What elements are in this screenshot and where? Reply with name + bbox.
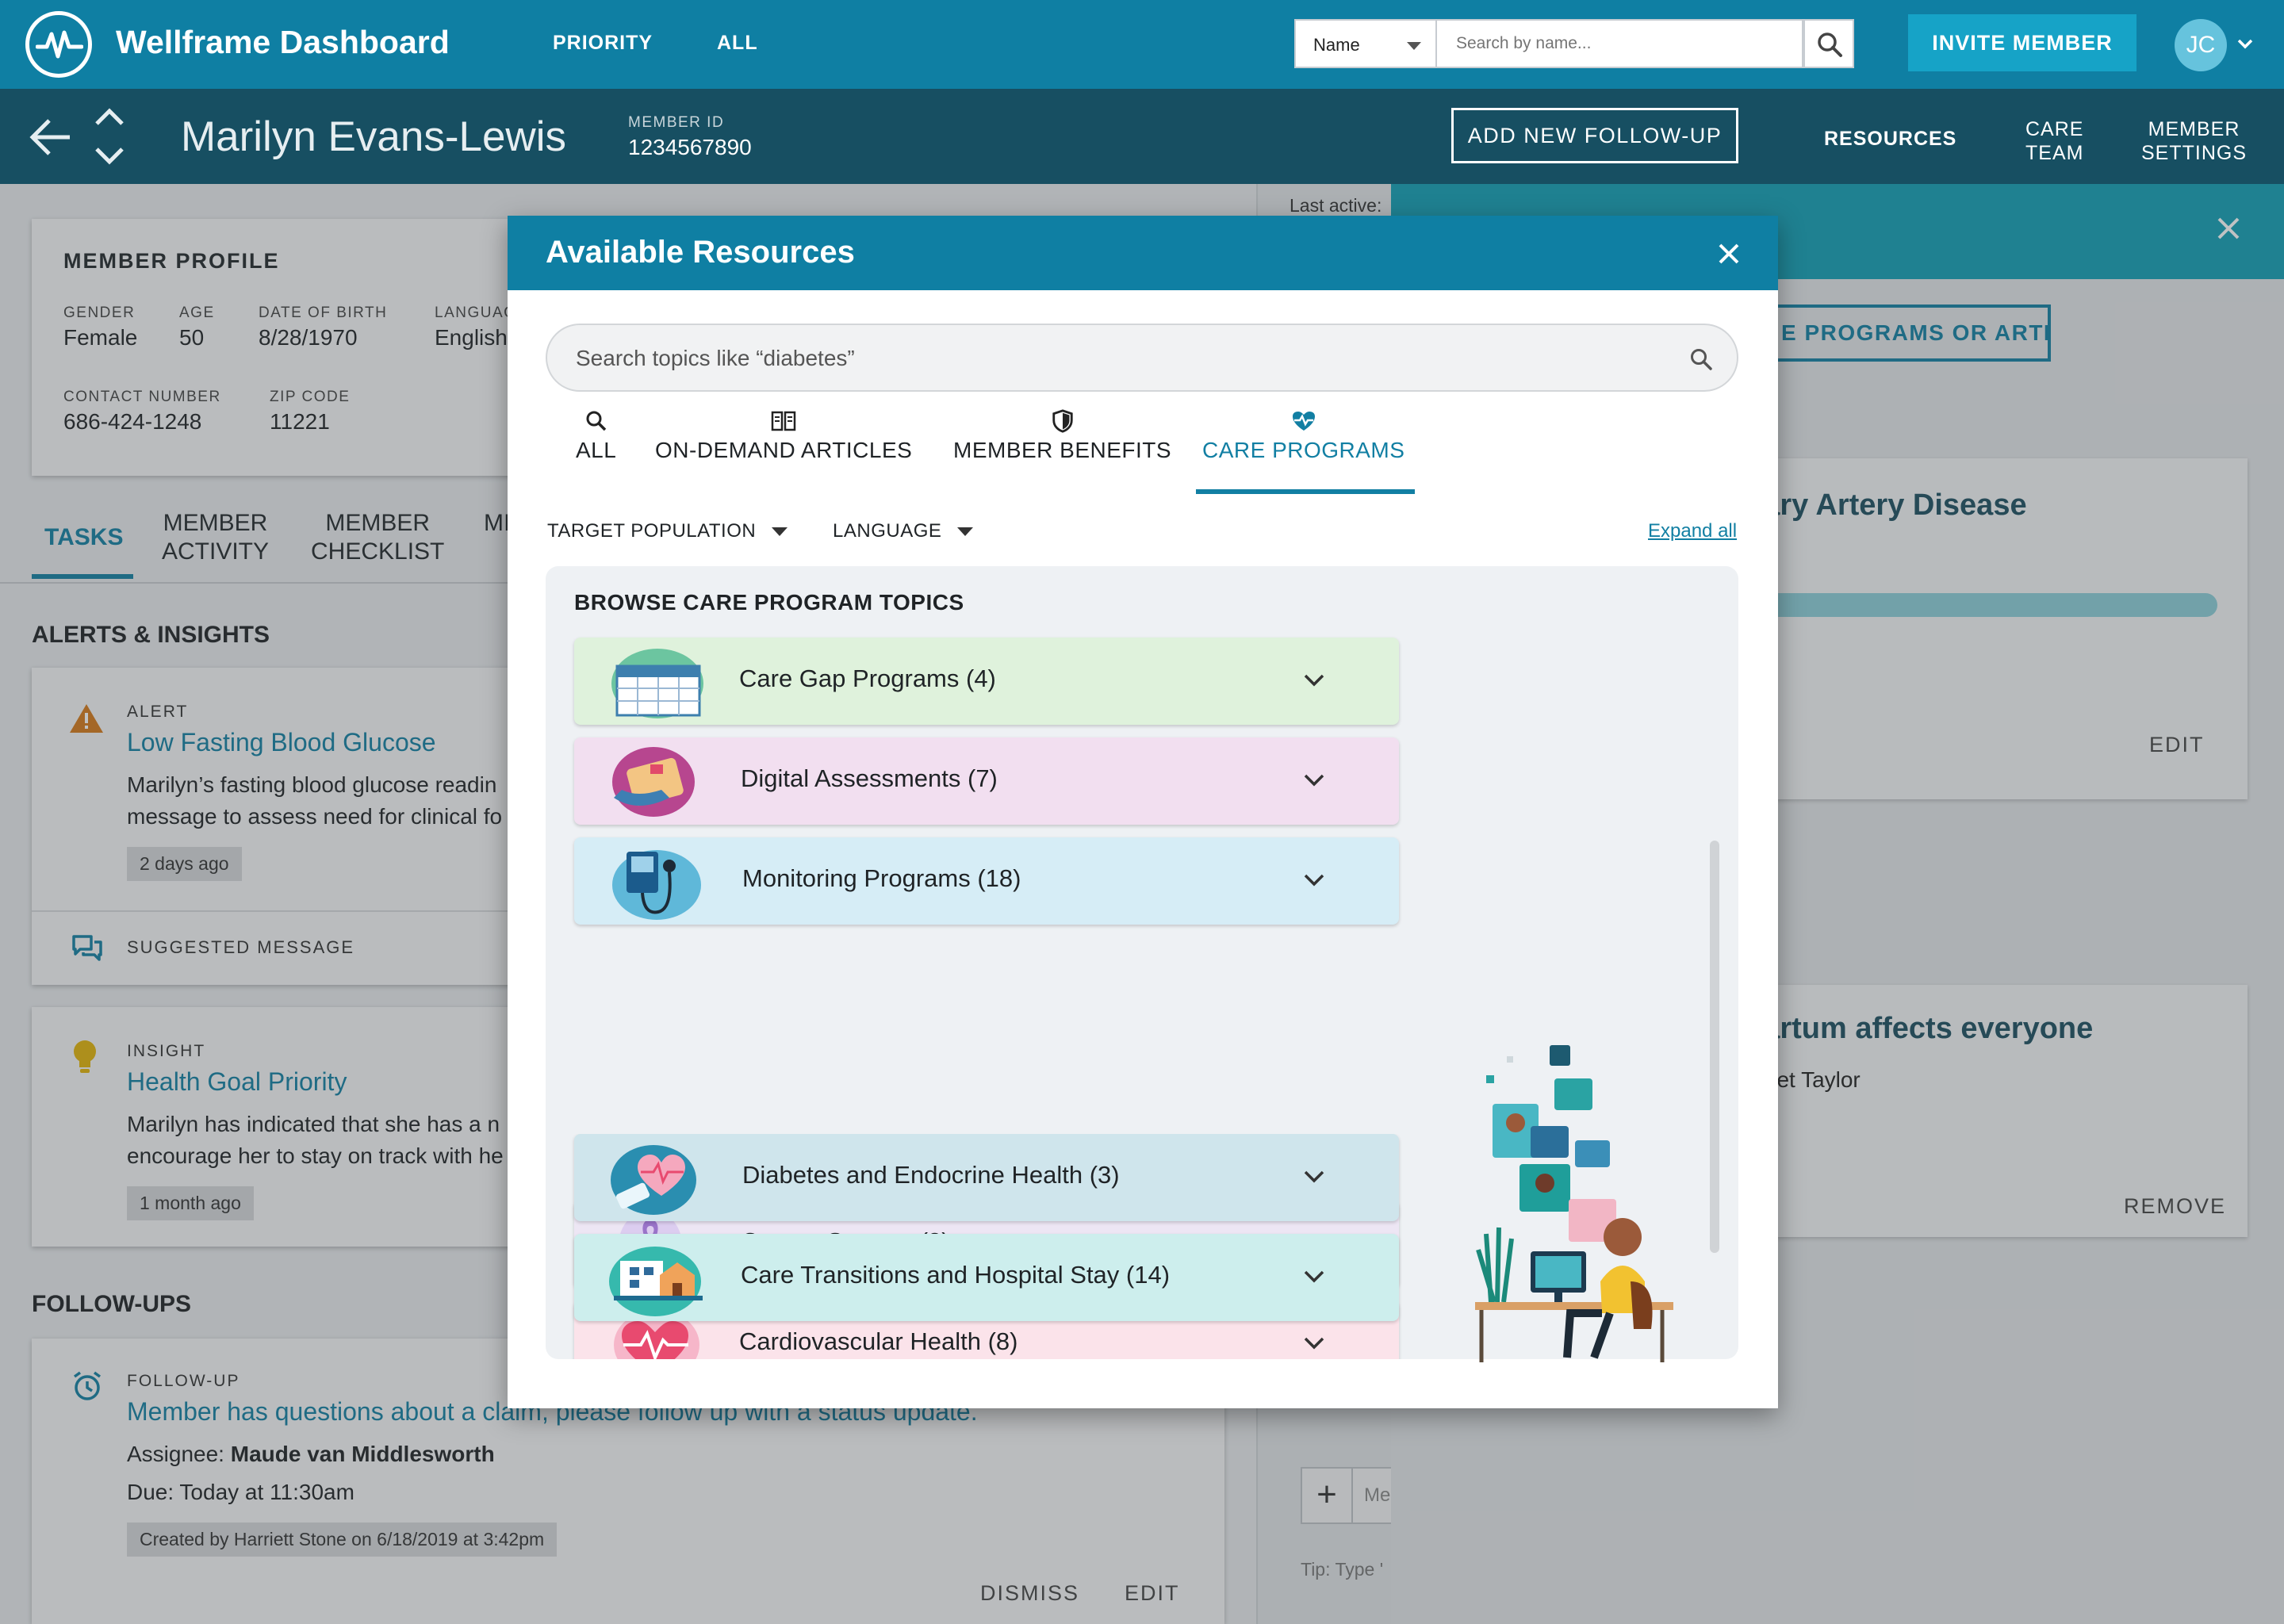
member-header-bar: Marilyn Evans-Lewis MEMBER ID 1234567890…: [0, 89, 2284, 184]
member-settings-label-2: SETTINGS: [2141, 142, 2248, 164]
search-icon: [1818, 33, 1842, 57]
care-team-link[interactable]: CARE TEAM: [2025, 117, 2083, 165]
tab-member-benefits-label: MEMBER BENEFITS: [953, 438, 1172, 462]
topic-monitoring-programs[interactable]: Monitoring Programs (18): [574, 837, 1399, 925]
calendar-icon: [611, 649, 703, 718]
tablet-hand-icon: [612, 747, 695, 817]
topic-digital-assessments[interactable]: Digital Assessments (7): [574, 737, 1399, 825]
member-settings-link[interactable]: MEMBER SETTINGS: [2141, 117, 2247, 165]
shield-icon: [1052, 409, 1073, 433]
tab-on-demand-articles[interactable]: ON-DEMAND ARTICLES: [655, 409, 912, 463]
browse-topics-heading: BROWSE CARE PROGRAM TOPICS: [574, 590, 964, 615]
telehealth-illustration-icon: [1475, 1045, 1673, 1362]
resources-link[interactable]: RESOURCES: [1824, 127, 1956, 151]
search-icon: [1691, 349, 1712, 370]
modal-header: Available Resources: [508, 216, 1778, 290]
modal-title: Available Resources: [546, 235, 855, 270]
chevron-down-icon: [1304, 1170, 1324, 1183]
search-type-select[interactable]: Name: [1294, 19, 1437, 68]
topic-care-gap-programs[interactable]: Care Gap Programs (4): [574, 638, 1399, 725]
topic-diabetes-endocrine-health[interactable]: Diabetes and Endocrine Health (3): [574, 1134, 1399, 1221]
add-new-follow-up-button[interactable]: ADD NEW FOLLOW-UP: [1451, 108, 1738, 163]
previous-next-member-icon[interactable]: [92, 106, 127, 167]
search-button[interactable]: [1803, 19, 1854, 68]
tab-member-benefits[interactable]: MEMBER BENEFITS: [953, 409, 1171, 463]
app-title: Wellframe Dashboard: [116, 24, 450, 60]
topic-care-transitions-hospital-stay-label: Care Transitions and Hospital Stay (14): [741, 1261, 1171, 1289]
tab-on-demand-articles-label: ON-DEMAND ARTICLES: [655, 438, 913, 462]
topic-search-placeholder: Search topics like “diabetes”: [576, 346, 855, 370]
invite-member-button[interactable]: INVITE MEMBER: [1908, 14, 2136, 71]
nav-all[interactable]: ALL: [717, 32, 758, 55]
chevron-down-icon[interactable]: [2236, 35, 2254, 52]
user-avatar[interactable]: JC: [2175, 19, 2227, 71]
member-id-label: MEMBER ID: [628, 114, 725, 131]
language-filter-label: LANGUAGE: [833, 520, 942, 542]
target-population-label: TARGET POPULATION: [547, 520, 757, 542]
tab-care-programs[interactable]: CARE PROGRAMS: [1202, 409, 1405, 463]
member-settings-label-1: MEMBER: [2148, 118, 2240, 140]
member-name: Marilyn Evans-Lewis: [181, 113, 566, 160]
close-icon[interactable]: [1718, 243, 1740, 265]
member-id-value: 1234567890: [628, 135, 752, 159]
back-arrow-icon[interactable]: [29, 117, 73, 157]
chevron-down-icon: [1304, 774, 1324, 787]
caret-down-icon: [957, 527, 974, 537]
heart-pulse-icon: [1292, 412, 1315, 431]
glucose-meter-icon: [611, 1145, 696, 1215]
member-search-input[interactable]: [1437, 19, 1803, 68]
search-icon: [586, 411, 606, 431]
caret-down-icon: [1407, 42, 1421, 50]
chevron-down-icon: [1304, 874, 1324, 887]
care-team-label-1: CARE: [2025, 118, 2084, 140]
chevron-down-icon: [1304, 1270, 1324, 1283]
topic-digital-assessments-label: Digital Assessments (7): [741, 764, 998, 792]
hospital-icon: [609, 1247, 703, 1316]
search-type-value: Name: [1313, 35, 1360, 55]
care-team-label-2: TEAM: [2025, 142, 2084, 164]
topic-search-input[interactable]: Search topics like “diabetes”: [546, 324, 1738, 392]
tab-care-programs-label: CARE PROGRAMS: [1202, 438, 1405, 462]
tab-all-label: ALL: [576, 438, 617, 462]
book-icon: [771, 411, 796, 431]
language-filter[interactable]: LANGUAGE: [833, 520, 974, 542]
caret-down-icon: [772, 527, 788, 537]
wellframe-logo-icon[interactable]: [25, 11, 92, 78]
expand-all-link[interactable]: Expand all: [1648, 520, 1737, 542]
topic-monitoring-programs-label: Monitoring Programs (18): [742, 864, 1021, 892]
nav-priority[interactable]: PRIORITY: [553, 32, 653, 55]
topic-care-transitions-hospital-stay[interactable]: Care Transitions and Hospital Stay (14): [574, 1234, 1399, 1321]
blood-pressure-monitor-icon: [612, 850, 701, 920]
active-tab-indicator: [1196, 489, 1415, 494]
tab-all[interactable]: ALL: [576, 409, 616, 463]
target-population-filter[interactable]: TARGET POPULATION: [547, 520, 788, 542]
top-bar: Wellframe Dashboard PRIORITY ALL Name IN…: [0, 0, 2284, 89]
topic-care-gap-programs-label: Care Gap Programs (4): [739, 665, 996, 692]
topic-diabetes-endocrine-health-label: Diabetes and Endocrine Health (3): [742, 1161, 1120, 1189]
chevron-down-icon: [1304, 674, 1324, 687]
